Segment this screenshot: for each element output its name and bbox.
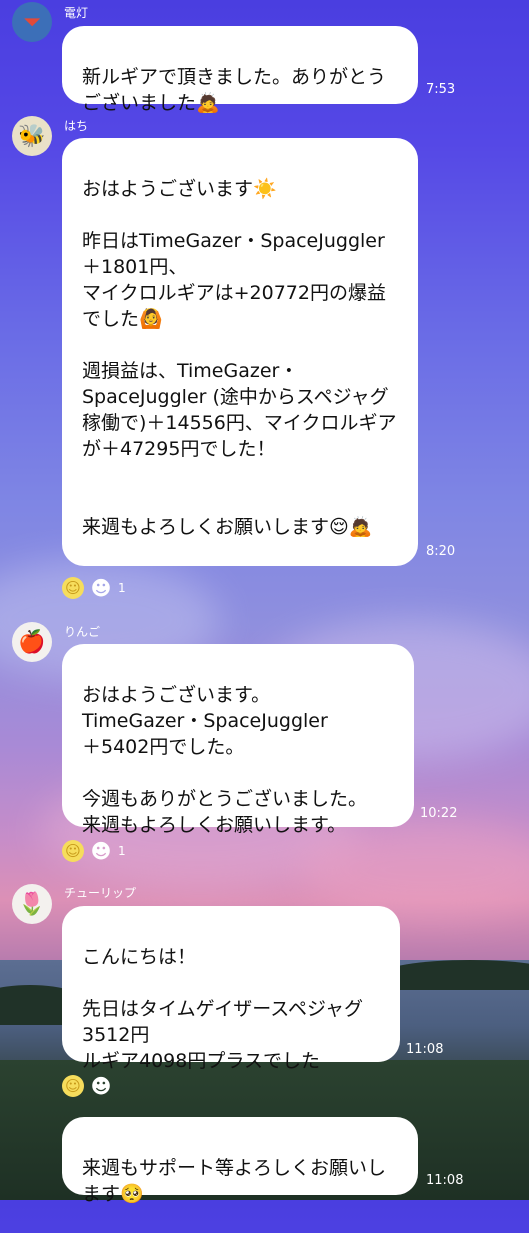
avatar[interactable]: 🌷 <box>12 884 52 924</box>
smile-reaction-icon[interactable]: ☺ <box>62 840 84 862</box>
message-text: 新ルギアで頂きました。ありがとうございました🙇 <box>82 66 387 114</box>
bee-icon: 🐝 <box>18 123 46 149</box>
tulip-icon: 🌷 <box>18 891 46 917</box>
reaction-bar[interactable]: ☺ ☻ 1 <box>62 839 126 863</box>
reaction-count: 1 <box>118 844 126 858</box>
message-bubble[interactable]: 来週もサポート等よろしくお願いします🥺 <box>62 1117 418 1205</box>
avatar[interactable]: 🐝 <box>12 116 52 156</box>
timestamp: 7:53 <box>426 82 456 97</box>
sender-name: りんご <box>64 625 101 639</box>
hug-reaction-icon[interactable]: ☻ <box>90 576 112 600</box>
message-bubble[interactable]: こんにちは！ 先日はタイムゲイザースペジャグ3512円 ルギア4098円プラスで… <box>62 906 400 1072</box>
message-bubble[interactable]: 新ルギアで頂きました。ありがとうございました🙇 <box>62 26 418 114</box>
hug-reaction-icon[interactable]: ☻ <box>90 839 112 863</box>
smile-reaction-icon[interactable]: ☺ <box>62 577 84 599</box>
avatar[interactable]: ⏷ <box>12 2 52 42</box>
sender-name: はち <box>64 119 89 133</box>
sender-name: チューリップ <box>64 886 137 900</box>
message-text: おはようございます☀️ 昨日はTimeGazer・SpaceJuggler ＋1… <box>82 178 397 538</box>
smile-reaction-icon[interactable]: ☺ <box>62 1075 84 1097</box>
message-text: こんにちは！ 先日はタイムゲイザースペジャグ3512円 ルギア4098円プラスで… <box>82 946 364 1072</box>
hug-reaction-icon[interactable]: ☻ <box>90 1074 112 1098</box>
timestamp: 8:20 <box>426 544 456 559</box>
message-text: 来週もサポート等よろしくお願いします🥺 <box>82 1157 387 1205</box>
message-text: おはようございます。 TimeGazer・SpaceJuggler ＋5402円… <box>82 684 368 836</box>
reaction-count: 1 <box>118 581 126 595</box>
reaction-bar[interactable]: ☺ ☻ 1 <box>62 576 126 600</box>
timestamp: 11:08 <box>426 1173 464 1188</box>
sender-name: 電灯 <box>64 6 89 20</box>
reaction-bar[interactable]: ☺ ☻ <box>62 1074 112 1098</box>
timestamp: 11:08 <box>406 1042 444 1057</box>
message-bubble[interactable]: おはようございます☀️ 昨日はTimeGazer・SpaceJuggler ＋1… <box>62 138 418 566</box>
lamp-icon: ⏷ <box>23 9 41 35</box>
avatar[interactable]: 🍎 <box>12 622 52 662</box>
apple-icon: 🍎 <box>18 629 46 655</box>
message-bubble[interactable]: おはようございます。 TimeGazer・SpaceJuggler ＋5402円… <box>62 644 414 836</box>
timestamp: 10:22 <box>420 806 458 821</box>
